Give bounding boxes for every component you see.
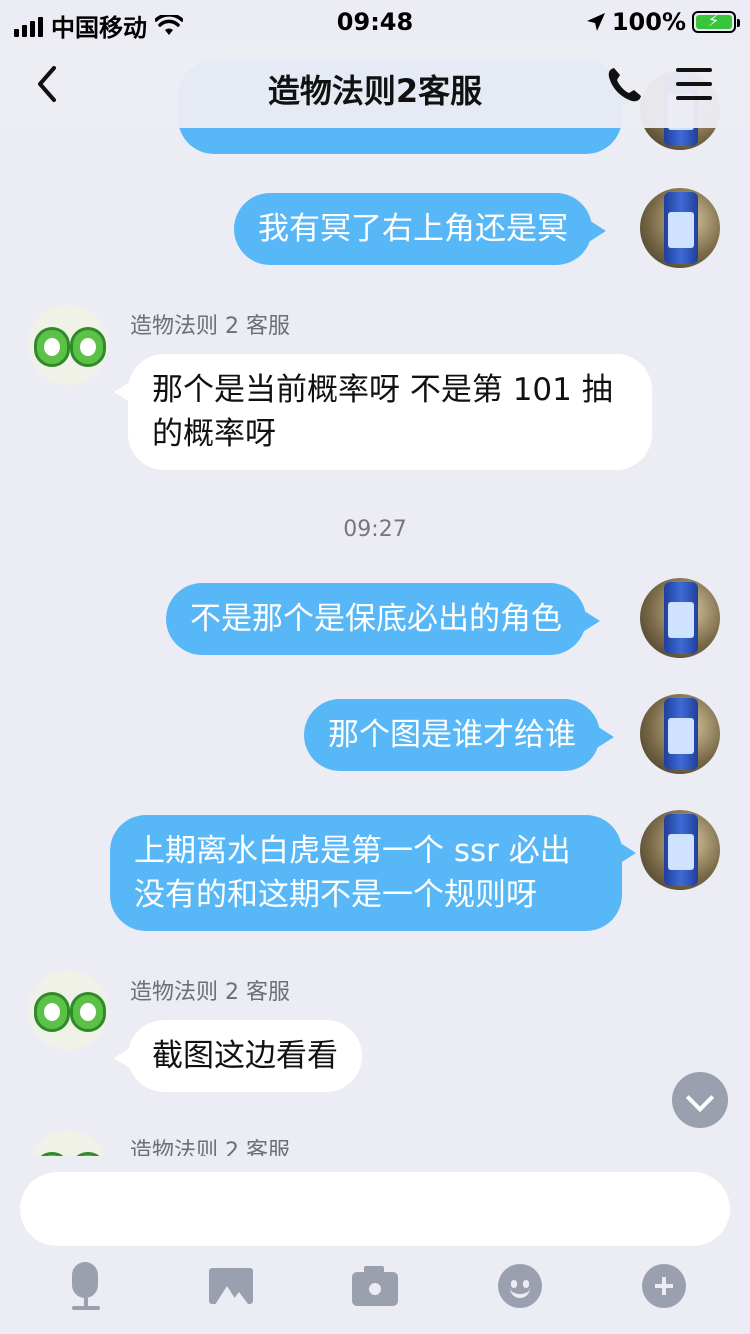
sender-name: 造物法则 2 客服 (130, 980, 290, 1005)
user-avatar[interactable] (640, 188, 720, 268)
message-text: 截图这边看看 (152, 1038, 338, 1074)
scroll-down-button[interactable] (672, 1072, 728, 1128)
message-bubble-outgoing[interactable]: 不是那个是保底必出的角色 (166, 583, 600, 655)
message-input[interactable] (20, 1172, 730, 1246)
battery-charging-icon (692, 11, 740, 33)
phone-icon[interactable] (606, 66, 642, 104)
battery-percent: 100% (611, 8, 686, 36)
message-text: 我有冥了右上角还是冥 (258, 211, 568, 247)
camera-icon[interactable] (352, 1260, 400, 1312)
message-text: 那个图是谁才给谁 (328, 717, 576, 753)
user-avatar[interactable] (640, 810, 720, 890)
plus-icon[interactable] (640, 1260, 688, 1312)
bottom-bar (0, 1156, 750, 1334)
timestamp: 09:27 (343, 517, 407, 542)
image-icon[interactable] (207, 1260, 255, 1312)
input-toolbar (0, 1260, 750, 1320)
message-bubble-incoming[interactable]: 那个是当前概率呀 不是第 101 抽的概率呀 (114, 354, 652, 470)
message-text: 上期离水白虎是第一个 ssr 必出没有的和这期不是一个规则呀 (134, 833, 571, 913)
message-bubble-incoming[interactable]: 截图这边看看 (114, 1020, 362, 1092)
location-icon (586, 13, 605, 31)
status-bar: 中国移动 09:48 100% (0, 0, 750, 44)
message-text: 那个是当前概率呀 不是第 101 抽的概率呀 (152, 372, 613, 452)
chat-area[interactable]: 我有冥了右上角还是冥 造物法则 2 客服 那个是当前概率呀 不是第 101 抽的… (0, 0, 750, 1156)
microphone-icon[interactable] (62, 1260, 110, 1312)
sender-name: 造物法则 2 客服 (130, 1139, 290, 1156)
message-text: 不是那个是保底必出的角色 (190, 601, 562, 637)
emoji-icon[interactable] (496, 1260, 544, 1312)
message-bubble-outgoing[interactable]: 上期离水白虎是第一个 ssr 必出没有的和这期不是一个规则呀 (110, 815, 636, 931)
user-avatar[interactable] (640, 578, 720, 658)
menu-icon[interactable] (676, 68, 712, 100)
support-avatar[interactable] (28, 970, 108, 1050)
nav-bar: 造物法则2客服 (0, 44, 750, 128)
message-bubble-outgoing[interactable]: 我有冥了右上角还是冥 (234, 193, 606, 265)
support-avatar[interactable] (28, 1130, 108, 1156)
support-avatar[interactable] (28, 305, 108, 385)
message-bubble-outgoing[interactable]: 那个图是谁才给谁 (304, 699, 614, 771)
user-avatar[interactable] (640, 694, 720, 774)
sender-name: 造物法则 2 客服 (130, 314, 290, 339)
